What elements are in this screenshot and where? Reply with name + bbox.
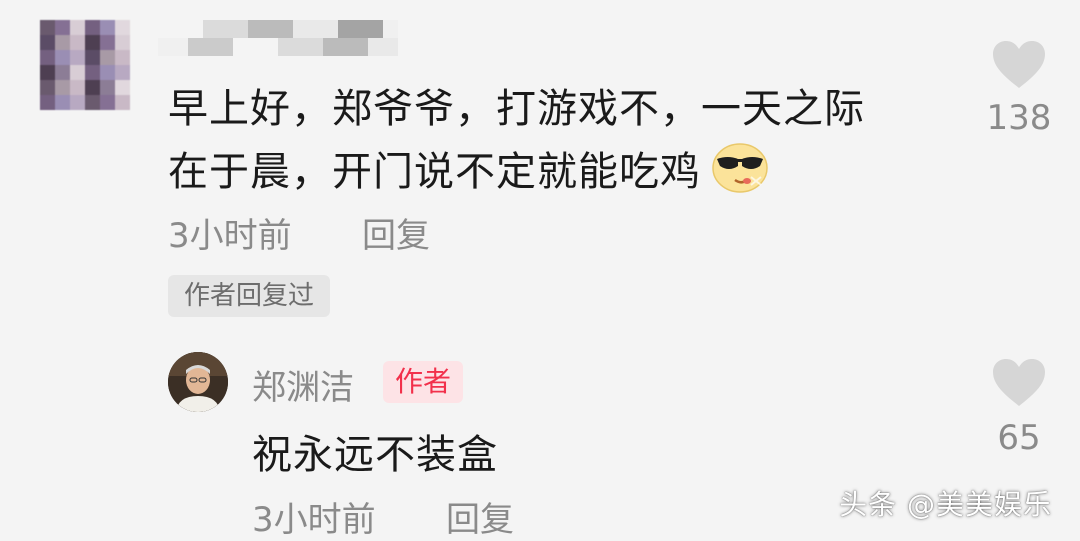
reply-like-count: 65: [997, 418, 1041, 458]
comment-text-line-1: 早上好，郑爷爷，打游戏不，一天之际: [168, 86, 865, 132]
comment-reply-button[interactable]: 回复: [362, 208, 430, 257]
reply-timestamp: 3小时前: [252, 500, 376, 540]
commenter-avatar-blurred[interactable]: [40, 20, 130, 110]
reply-like-button[interactable]: [991, 358, 1047, 408]
like-button[interactable]: [991, 40, 1047, 90]
author-badge: 作者: [383, 361, 464, 403]
like-count: 138: [986, 98, 1052, 138]
comment-timestamp: 3小时前: [168, 216, 292, 256]
comment-text: 早上好，郑爷爷，打游戏不，一天之际 在于晨，开门说不定就能吃鸡: [168, 78, 948, 204]
reply-reply-button[interactable]: 回复: [446, 492, 514, 541]
author-replied-tag[interactable]: 作者回复过: [168, 275, 331, 317]
reply-text: 祝永远不装盒: [252, 432, 498, 478]
commenter-name-blurred: [158, 20, 398, 56]
comment-text-line-2-content: 在于晨，开门说不定就能吃鸡: [168, 149, 701, 195]
heart-icon: [993, 41, 1045, 88]
comment-text-line-2: 在于晨，开门说不定就能吃鸡: [168, 141, 948, 204]
author-avatar[interactable]: [168, 352, 228, 412]
author-name[interactable]: 郑渊洁: [252, 360, 354, 409]
heart-icon: [993, 359, 1045, 406]
watermark: 头条 @美美娱乐: [839, 488, 1052, 521]
sunglasses-smirk-emoji-icon: [711, 141, 769, 193]
